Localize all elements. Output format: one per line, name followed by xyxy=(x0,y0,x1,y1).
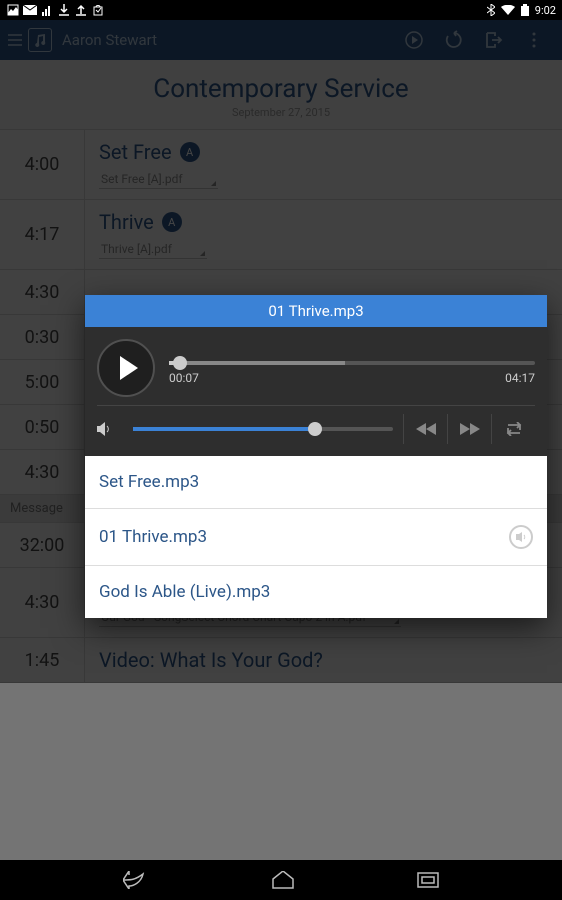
store-icon xyxy=(91,3,105,17)
bars-icon xyxy=(40,3,54,17)
play-icon xyxy=(120,356,138,380)
now-playing-title: 01 Thrive.mp3 xyxy=(85,295,547,327)
wifi-icon xyxy=(501,3,515,17)
bluetooth-icon xyxy=(484,3,498,17)
volume-slider[interactable] xyxy=(133,427,393,431)
back-button[interactable] xyxy=(123,871,149,889)
repeat-button[interactable] xyxy=(491,414,535,444)
playing-indicator-icon xyxy=(509,525,533,549)
gallery-icon xyxy=(6,3,20,17)
seek-slider[interactable] xyxy=(169,361,535,365)
playlist-item[interactable]: 01 Thrive.mp3 xyxy=(85,509,547,566)
battery-icon xyxy=(518,3,532,17)
rewind-button[interactable] xyxy=(403,414,447,444)
playlist: Set Free.mp3 01 Thrive.mp3 God Is Able (Li… xyxy=(85,456,547,618)
playlist-item[interactable]: God Is Able (Live).mp3 xyxy=(85,566,547,618)
playlist-item-name: 01 Thrive.mp3 xyxy=(99,527,207,547)
status-time: 9:02 xyxy=(535,4,556,17)
playlist-item-name: Set Free.mp3 xyxy=(99,472,199,492)
total-time: 04:17 xyxy=(505,371,535,385)
nav-bar xyxy=(0,860,562,900)
playlist-item[interactable]: Set Free.mp3 xyxy=(85,456,547,509)
playlist-item-name: God Is Able (Live).mp3 xyxy=(99,582,270,602)
volume-icon[interactable] xyxy=(97,422,123,436)
upload-icon xyxy=(74,3,88,17)
play-button[interactable] xyxy=(97,339,155,397)
mail-icon xyxy=(23,3,37,17)
home-button[interactable] xyxy=(272,871,294,889)
status-bar: 9:02 xyxy=(0,0,562,20)
forward-button[interactable] xyxy=(447,414,491,444)
player-dialog: 01 Thrive.mp3 00:07 04:17 xyxy=(85,295,547,618)
recent-button[interactable] xyxy=(417,872,439,888)
elapsed-time: 00:07 xyxy=(169,371,199,385)
download-icon xyxy=(57,3,71,17)
